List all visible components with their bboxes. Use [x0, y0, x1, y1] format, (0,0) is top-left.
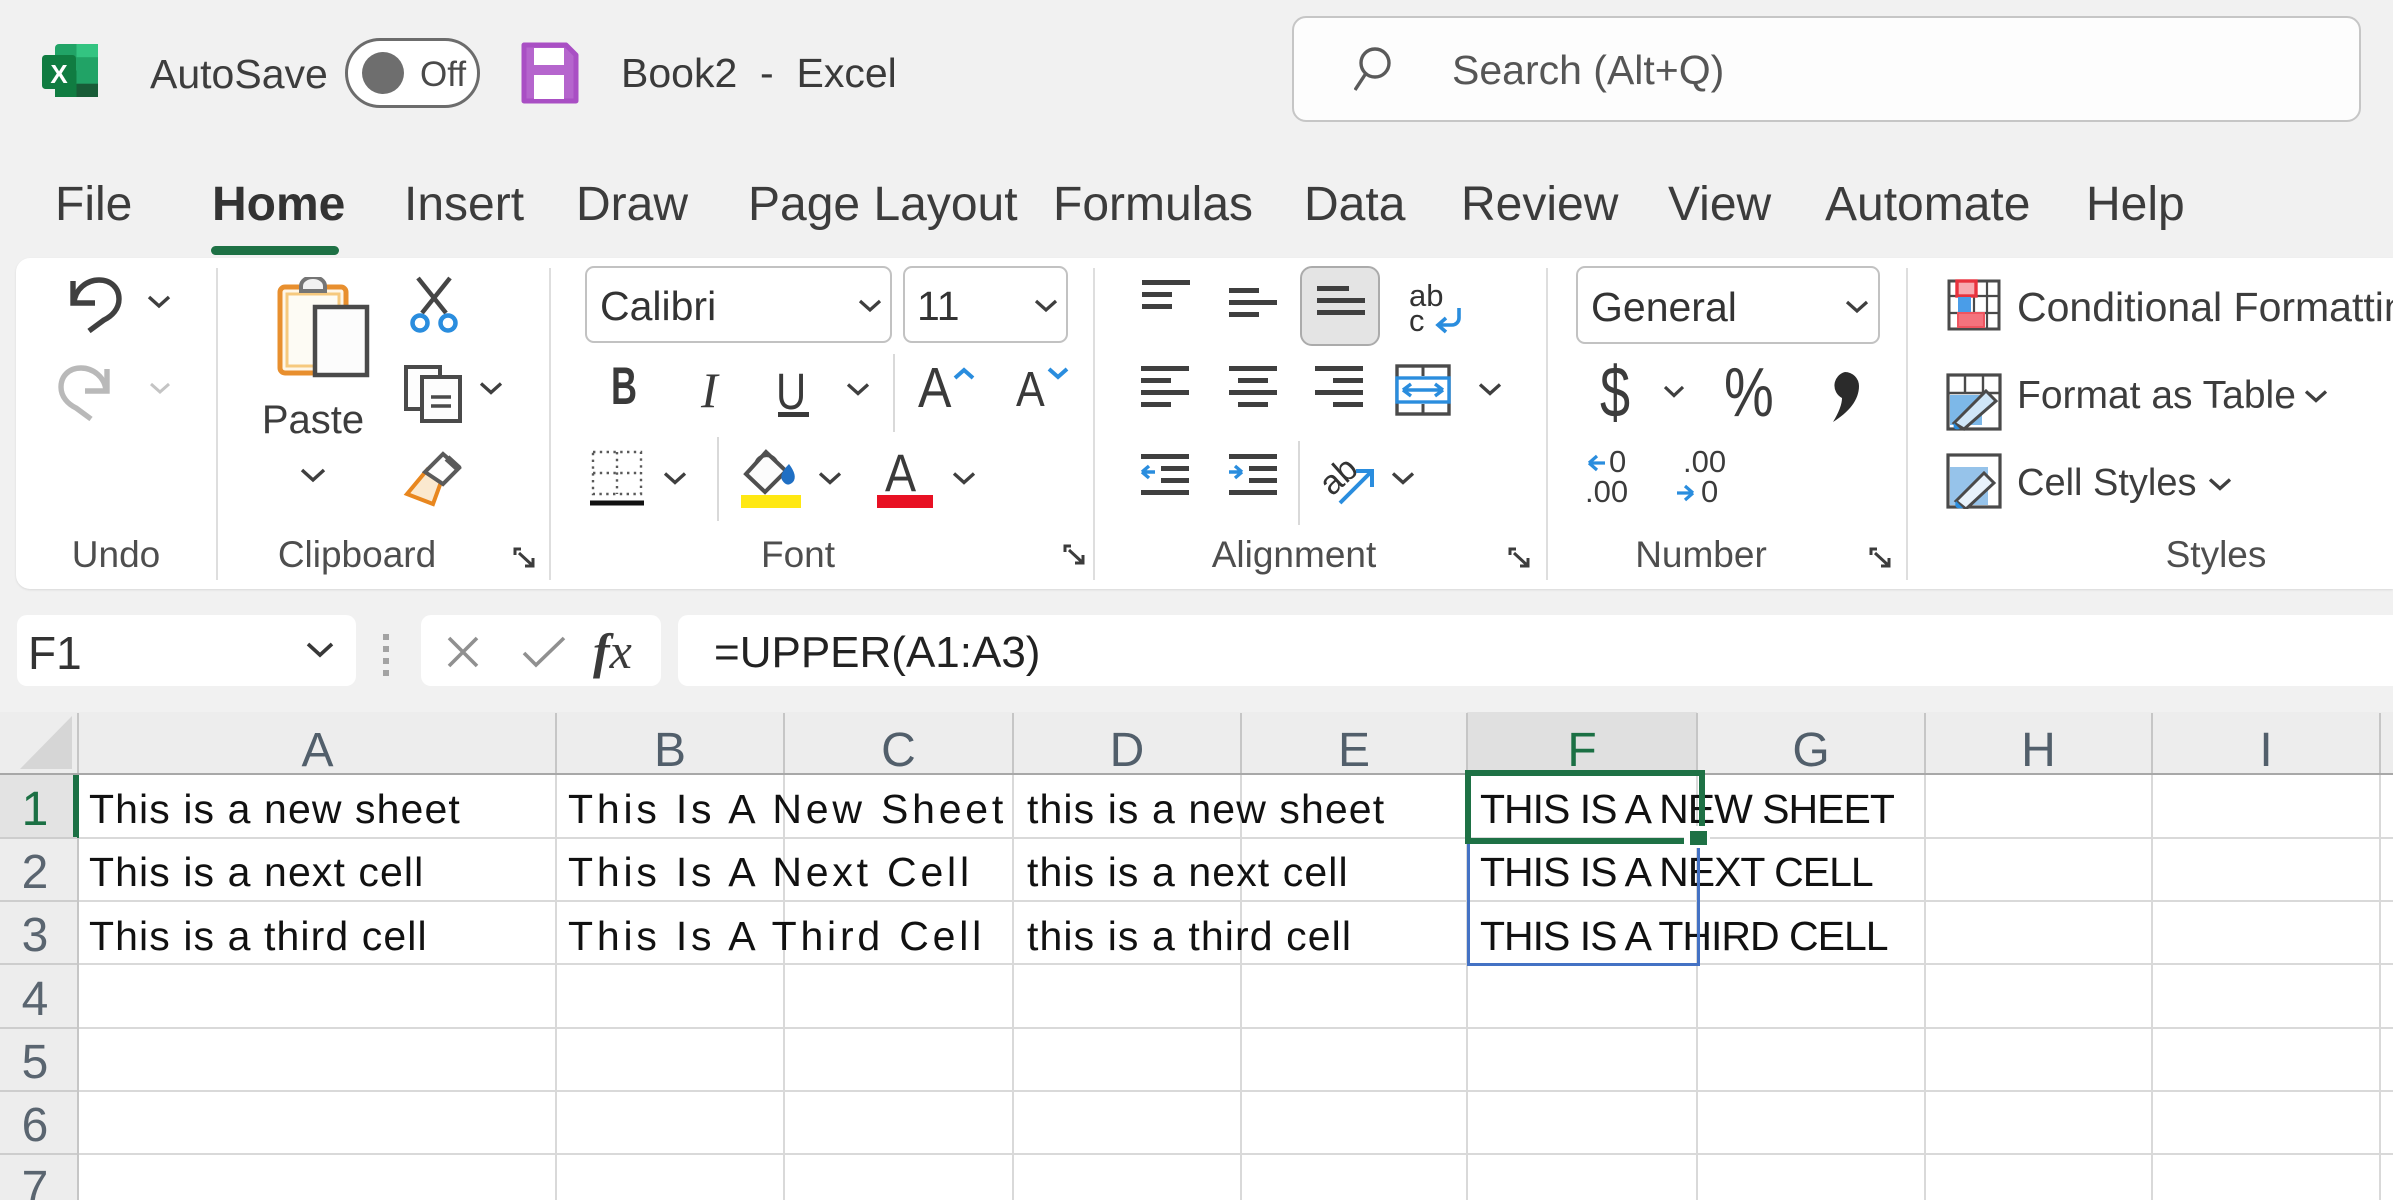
svg-text:X: X — [50, 59, 68, 89]
